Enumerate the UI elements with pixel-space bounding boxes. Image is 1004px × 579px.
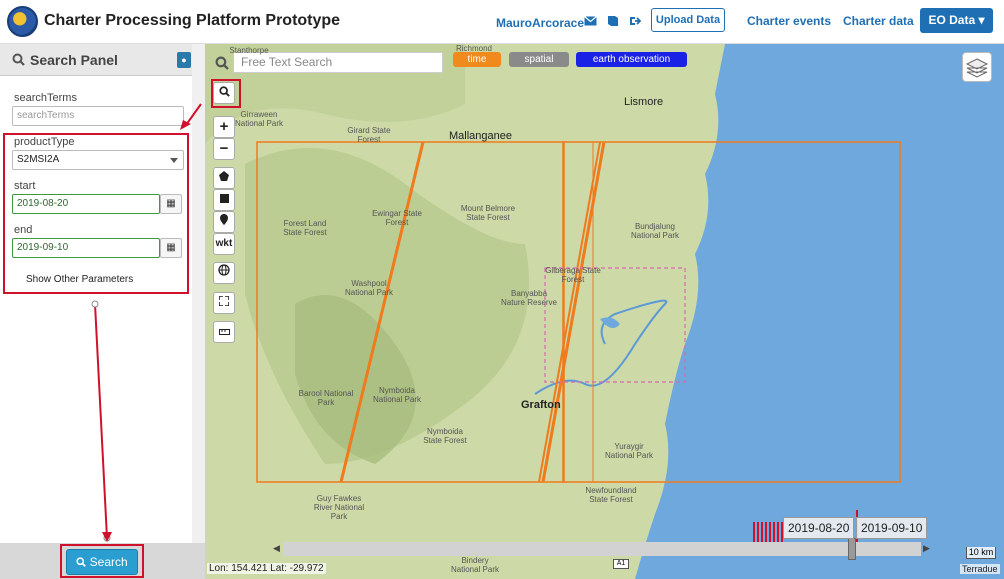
draw-rectangle-button[interactable] (213, 189, 235, 211)
place-label: Ewingar State Forest (372, 209, 422, 227)
map-view[interactable]: Free Text Search time spatial earth obse… (205, 44, 1004, 579)
globe-icon (218, 264, 230, 276)
timeline-handle[interactable] (848, 538, 856, 560)
place-label: Guy Fawkes River National Park (313, 494, 365, 521)
map-attribution[interactable]: Terradue (960, 564, 1000, 574)
place-label: Bundjalung National Park (630, 222, 680, 240)
layers-icon (965, 58, 989, 78)
user-link[interactable]: MauroArcorace (496, 16, 584, 30)
globe-button[interactable] (213, 262, 235, 284)
zoom-out-button[interactable]: − (213, 138, 235, 160)
draw-polygon-button[interactable] (213, 167, 235, 189)
place-label: Gilberaga State Forest (545, 266, 601, 284)
timeline-left-arrow[interactable]: ◀ (273, 543, 280, 554)
book-icon[interactable] (606, 15, 620, 29)
road-shield: A1 (613, 559, 629, 569)
place-label: Forest Land State Forest (283, 219, 327, 237)
free-text-search-input[interactable]: Free Text Search (233, 52, 443, 73)
ruler-button[interactable] (213, 321, 235, 343)
place-label: Girraween National Park (234, 110, 284, 128)
timeline-start-date[interactable]: 2019-08-20 (783, 517, 855, 539)
timeline-end-date[interactable]: 2019-09-10 (856, 517, 928, 539)
place-label: Washpool National Park (344, 279, 394, 297)
upload-data-button[interactable]: Upload Data (651, 8, 725, 32)
expand-icon (218, 295, 230, 307)
spatial-filter-tag[interactable]: spatial (509, 52, 569, 67)
fullscreen-button[interactable] (213, 292, 235, 314)
place-label: Bindery National Park (450, 556, 500, 574)
draw-point-button[interactable] (213, 211, 235, 233)
place-label: Newfoundland State Forest (585, 486, 637, 504)
place-label: Mallanganee (449, 130, 512, 142)
pentagon-icon (219, 171, 229, 181)
map-marker-icon (220, 214, 228, 225)
scale-bar: 10 km (966, 547, 996, 559)
sign-out-icon[interactable] (628, 15, 642, 29)
earth-observation-filter-tag[interactable]: earth observation (576, 52, 687, 67)
timeline-right-arrow[interactable]: ▶ (923, 543, 930, 554)
mouse-coordinates: Lon: 154.421 Lat: -29.972 (207, 563, 326, 574)
place-label: Banyabba Nature Reserve (500, 289, 558, 307)
timeline-bar[interactable] (283, 538, 921, 560)
search-icon (218, 86, 230, 97)
place-label: Stanthorpe (229, 46, 269, 55)
place-label: Yuraygir National Park (604, 442, 654, 460)
square-icon (219, 194, 229, 203)
wkt-button[interactable]: wkt (213, 233, 235, 255)
map-search-button[interactable] (213, 82, 235, 104)
charter-events-link[interactable]: Charter events (747, 14, 831, 28)
time-filter-tag[interactable]: time (453, 52, 501, 67)
eo-data-dropdown[interactable]: EO Data ▾ (920, 8, 993, 33)
place-label: Nymboida State Forest (423, 427, 467, 445)
place-label: Grafton (521, 399, 561, 411)
ruler-icon (218, 329, 230, 335)
place-label: Girard State Forest (347, 126, 391, 144)
search-icon (215, 56, 229, 70)
charter-data-link[interactable]: Charter data (843, 14, 914, 28)
place-label: Lismore (624, 96, 664, 108)
place-label: Nymboida National Park (372, 386, 422, 404)
place-label: Richmond (455, 44, 492, 53)
place-label: Mount Belmore State Forest (460, 204, 516, 222)
envelope-icon[interactable] (583, 15, 597, 29)
place-label: Barool National Park (298, 389, 354, 407)
layers-button[interactable] (962, 52, 992, 82)
